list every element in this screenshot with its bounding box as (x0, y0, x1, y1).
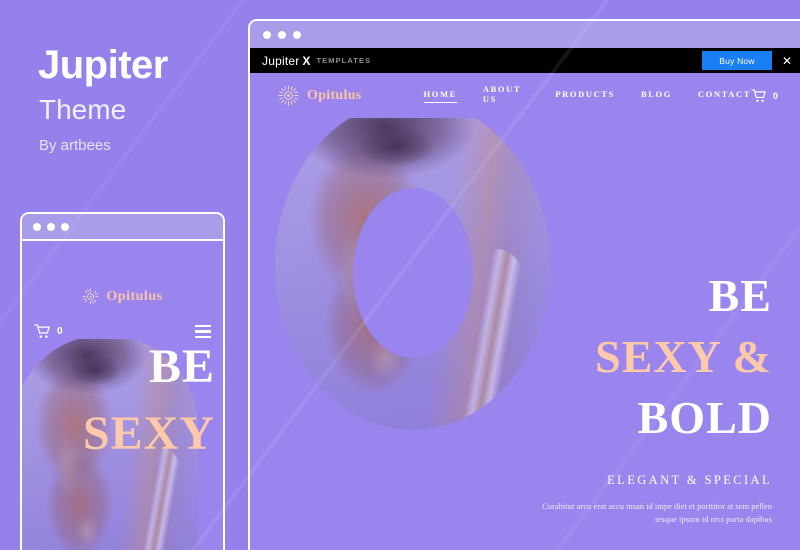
hero-headline-line-1: BE (708, 270, 772, 321)
theme-subtitle: Theme (39, 94, 127, 125)
jupiter-wordmark: Jupiter (262, 53, 300, 68)
jupiter-x-mark: X (302, 53, 311, 68)
mobile-brand-name: Opitulus (106, 288, 163, 304)
hamburger-icon[interactable] (195, 324, 211, 339)
hero-photo-letter-o (275, 118, 550, 430)
theme-name: Jupiter (38, 43, 168, 87)
desktop-window-titlebar (250, 21, 800, 48)
hero-headline: BE SEXY & BOLD (595, 273, 772, 441)
nav-item-products[interactable]: PRODUCTS (555, 89, 615, 102)
mobile-viewport: Opitulus 0 BE SEXY (22, 241, 223, 550)
window-dot-2[interactable] (47, 222, 55, 231)
sun-icon (278, 85, 299, 106)
mobile-site-logo[interactable]: Opitulus (22, 288, 223, 305)
mobile-preview-frame[interactable]: Opitulus 0 BE SEXY (20, 212, 225, 550)
theme-author: By artbees (39, 137, 111, 154)
nav-item-about-us[interactable]: ABOUT US (483, 84, 530, 107)
nav-item-home[interactable]: HOME (423, 89, 457, 103)
hero-section: BE SEXY & BOLD ELEGANT & SPECIAL Curabit… (250, 118, 800, 550)
nav-item-blog[interactable]: BLOG (641, 89, 672, 102)
nav-links: HOME ABOUT US PRODUCTS BLOG CONTACT (423, 84, 751, 107)
sun-icon (82, 288, 99, 305)
hero-headline-line-2: SEXY & (595, 331, 772, 382)
window-dot-3[interactable] (293, 30, 301, 39)
desktop-preview-frame[interactable]: Jupiter X TEMPLATES Buy Now ✕ Opitulus H… (248, 19, 800, 550)
nav-item-contact[interactable]: CONTACT (698, 89, 751, 102)
hero-tagline: ELEGANT & SPECIAL (607, 473, 772, 487)
mobile-hero-headline: BE SEXY (82, 340, 215, 461)
close-icon[interactable]: ✕ (782, 55, 792, 67)
site-navigation-bar: Opitulus HOME ABOUT US PRODUCTS BLOG CON… (250, 73, 800, 118)
letter-o-counter (353, 188, 473, 358)
window-dot-1[interactable] (33, 222, 41, 231)
hero-headline-line-3: BOLD (637, 392, 772, 443)
hero-description: Curabitur arcu erat accu msan id impe di… (542, 501, 772, 525)
window-dot-3[interactable] (61, 222, 69, 231)
cart-icon (751, 88, 767, 103)
jupiter-logo[interactable]: Jupiter X (262, 54, 310, 68)
window-dot-1[interactable] (263, 30, 271, 39)
admin-section-label: TEMPLATES (316, 56, 372, 65)
mobile-cart-count: 0 (57, 326, 63, 337)
cart-icon (34, 324, 51, 339)
cart-button[interactable]: 0 (751, 88, 778, 103)
mobile-header-bar: 0 (22, 324, 223, 339)
mobile-headline-line-2: SEXY (82, 407, 215, 461)
cart-count: 0 (772, 90, 778, 101)
site-logo[interactable]: Opitulus (278, 85, 362, 106)
buy-now-button[interactable]: Buy Now (702, 51, 772, 70)
pool-ladder-detail (138, 447, 187, 550)
mobile-cart-button[interactable]: 0 (34, 324, 63, 339)
window-dot-2[interactable] (278, 30, 286, 39)
site-brand-name: Opitulus (307, 87, 362, 103)
jupiter-admin-bar: Jupiter X TEMPLATES Buy Now ✕ (250, 48, 800, 73)
mobile-window-titlebar (22, 214, 223, 241)
mobile-headline-line-1: BE (148, 340, 215, 393)
